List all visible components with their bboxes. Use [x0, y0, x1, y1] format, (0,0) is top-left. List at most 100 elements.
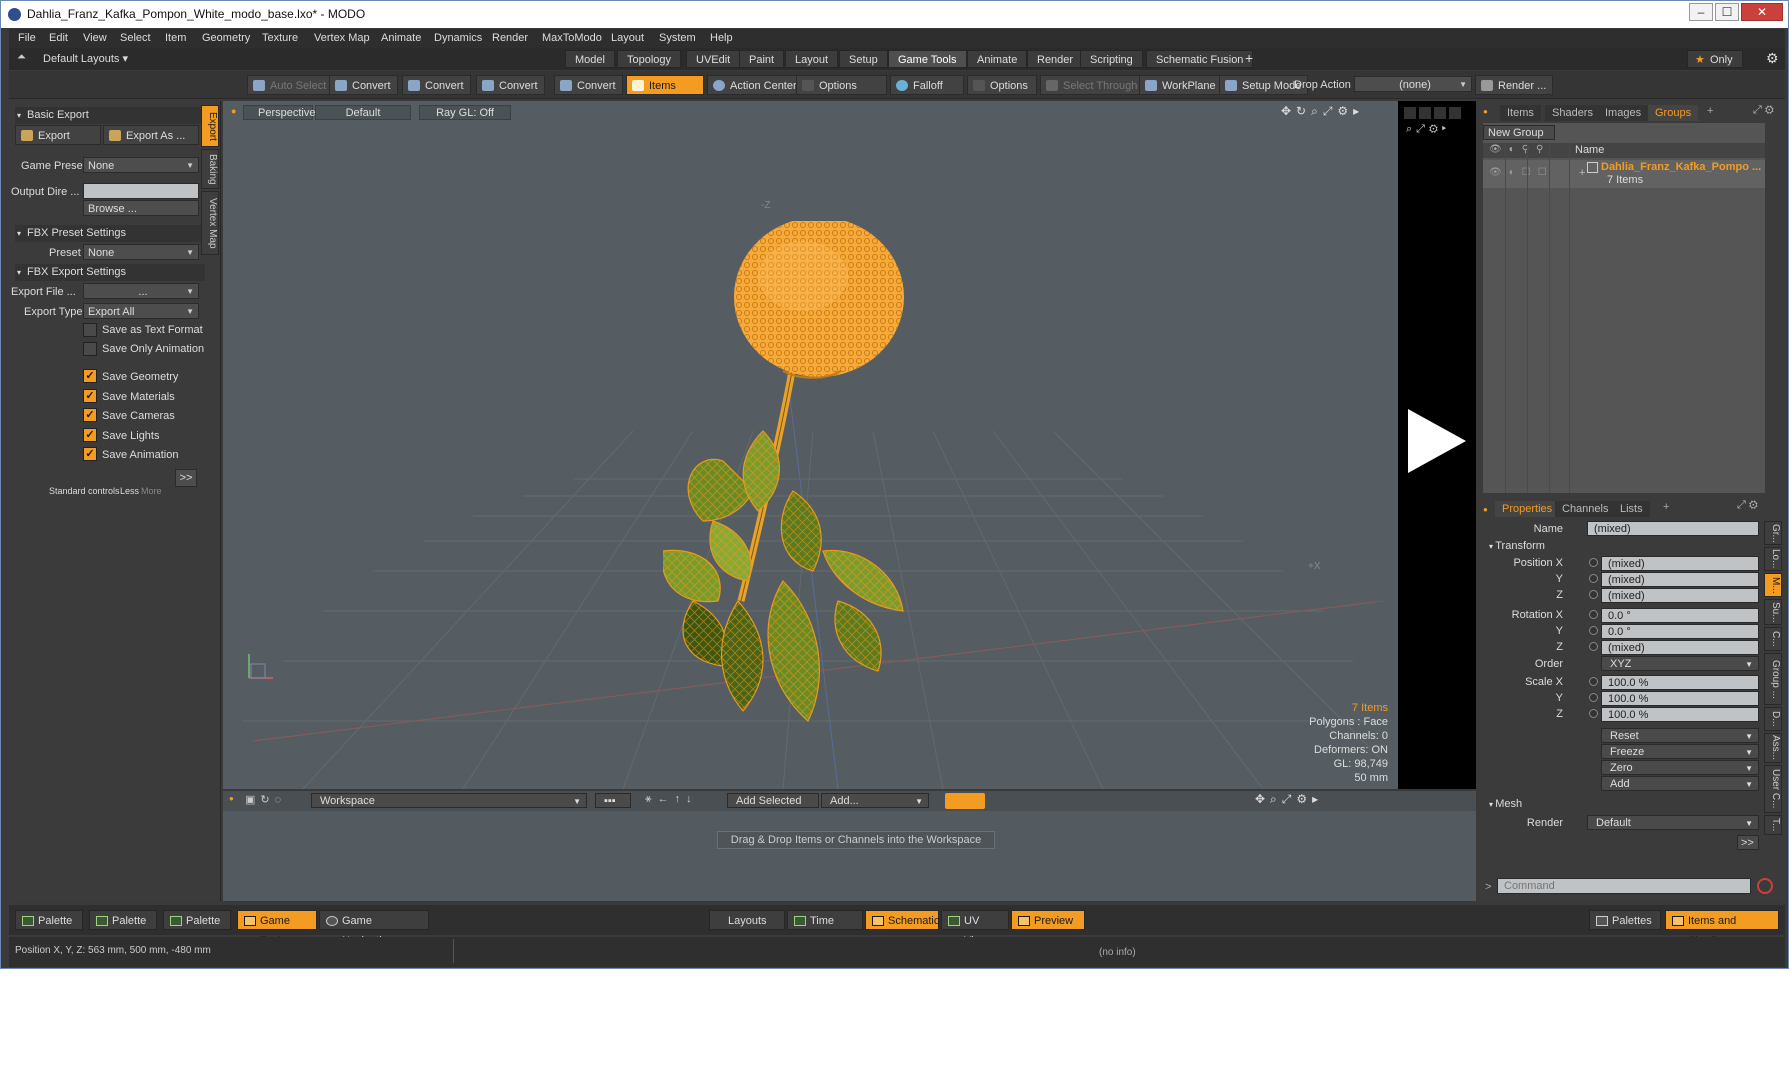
workspace-record-toggle[interactable] — [945, 793, 985, 809]
add-tab-icon[interactable]: + — [1245, 50, 1253, 66]
layouts-button[interactable]: Layouts — [709, 910, 785, 930]
scale-x-key-icon[interactable] — [1589, 677, 1598, 686]
add-tab-icon[interactable]: + — [1663, 501, 1669, 513]
position-z-key-icon[interactable] — [1589, 590, 1598, 599]
workspace-nav-icons[interactable]: ✥⌕⤢⚙▸ — [1255, 792, 1323, 807]
side-tab-4[interactable]: Su... — [1764, 599, 1782, 625]
position-x-field[interactable]: (mixed) — [1601, 556, 1759, 571]
vtab-vertex-map[interactable]: Vertex Map — [201, 191, 219, 255]
order-dropdown[interactable]: XYZ ▼ — [1601, 656, 1759, 671]
scale-y-field[interactable]: 100.0 % — [1601, 691, 1759, 706]
tab-topology[interactable]: Topology — [617, 50, 682, 68]
raygl-toggle[interactable]: Ray GL: Off — [419, 105, 511, 120]
transform-header[interactable]: ▾ Transform — [1489, 540, 1545, 552]
tab-properties[interactable]: Properties — [1495, 501, 1560, 517]
rotation-x-key-icon[interactable] — [1589, 610, 1598, 619]
time-button[interactable]: Time — [787, 910, 863, 930]
menu-edit[interactable]: Edit — [49, 32, 68, 44]
add-selected-button[interactable]: Add Selected — [727, 793, 819, 808]
tab-animate[interactable]: Animate — [967, 50, 1028, 68]
3d-viewport[interactable]: ● Perspective Default Ray GL: Off ✥↻⌕⤢⚙▸… — [223, 101, 1398, 789]
dahlia-model[interactable] — [663, 221, 1003, 741]
menu-file[interactable]: File — [18, 32, 36, 44]
items-and-shading-button[interactable]: Items and Shading — [1665, 910, 1779, 947]
menu-animate[interactable]: Animate — [381, 32, 421, 44]
tab-paint[interactable]: Paint — [739, 50, 785, 68]
game-tools-button[interactable]: Game Tools — [237, 910, 317, 947]
export-file-dropdown[interactable]: ... ▼ — [83, 283, 199, 299]
close-button[interactable]: ✕ — [1741, 3, 1783, 21]
workspace-dropdown[interactable]: Workspace ▼ — [311, 793, 587, 808]
workspace-arrange-icons[interactable]: ⚹←↑↓ — [645, 793, 698, 806]
groups-panel-menu-icon[interactable]: ● — [1483, 107, 1488, 116]
tab-render[interactable]: Render — [1027, 50, 1084, 68]
schematic-button[interactable]: Schematic — [865, 910, 939, 930]
side-tab-3[interactable]: M... — [1764, 573, 1782, 597]
workspace-tool-icons[interactable]: ▣↻◌ — [245, 793, 286, 806]
workplane-button[interactable]: WorkPlane — [1139, 75, 1223, 95]
mesh-header[interactable]: ▾ Mesh — [1489, 798, 1522, 810]
position-y-key-icon[interactable] — [1589, 574, 1598, 583]
menu-system[interactable]: System — [659, 32, 696, 44]
palette-button-2[interactable]: Palette — [89, 910, 157, 930]
convert-button-1[interactable]: Convert — [329, 75, 398, 95]
save-only-animation-checkbox[interactable] — [83, 342, 97, 356]
tab-images[interactable]: Images — [1598, 105, 1649, 121]
tab-shaders[interactable]: Shaders — [1545, 105, 1600, 121]
command-input[interactable] — [1497, 878, 1751, 894]
group-row[interactable]: 👁◐☐☐ + Dahlia_Franz_Kafka_Pompo ... 7 It… — [1483, 160, 1765, 188]
schematic-workspace[interactable]: ● ▣↻◌ Workspace ▼ ▪▪▪ ⚹←↑↓ Add Selected A… — [223, 791, 1476, 901]
scale-x-field[interactable]: 100.0 % — [1601, 675, 1759, 690]
menu-item[interactable]: Item — [165, 32, 186, 44]
zero-button[interactable]: Zero ▼ — [1601, 760, 1759, 775]
scale-z-key-icon[interactable] — [1589, 709, 1598, 718]
game-preset-dropdown[interactable]: None ▼ — [83, 157, 199, 173]
side-tab-6[interactable]: Group ... — [1764, 653, 1782, 705]
auto-select-button[interactable]: Auto Select — [247, 75, 334, 95]
falloff-button[interactable]: Falloff — [890, 75, 964, 95]
output-dir-input[interactable] — [83, 183, 199, 199]
preview-pane[interactable]: ⌕⤢⚙▸ — [1398, 101, 1476, 789]
preview-tools-icons[interactable]: ⌕⤢⚙▸ — [1406, 123, 1450, 136]
rotation-z-field[interactable]: (mixed) — [1601, 640, 1759, 655]
name-column-header[interactable]: Name — [1575, 144, 1604, 156]
tab-uvedit[interactable]: UVEdit — [686, 50, 741, 68]
side-tab-2[interactable]: Lo... — [1764, 547, 1782, 571]
preview-button[interactable]: Preview — [1011, 910, 1085, 930]
tab-scripting[interactable]: Scripting — [1080, 50, 1143, 68]
side-tab-1[interactable]: Gr... — [1764, 521, 1782, 545]
tab-setup[interactable]: Setup — [839, 50, 888, 68]
new-group-button[interactable]: New Group — [1483, 125, 1555, 140]
falloff-options-button[interactable]: Options — [967, 75, 1037, 95]
tab-model[interactable]: Model — [565, 50, 615, 68]
maximize-button[interactable]: ☐ — [1715, 3, 1739, 21]
add-button[interactable]: Add ▼ — [1601, 776, 1759, 791]
basic-export-header[interactable]: ▾ Basic Export — [15, 107, 205, 124]
menu-geometry[interactable]: Geometry — [202, 32, 250, 44]
export-as-button[interactable]: Export As ... — [103, 125, 199, 145]
drop-action-dropdown[interactable]: (none) ▼ — [1354, 76, 1472, 92]
menu-dynamics[interactable]: Dynamics — [434, 32, 482, 44]
workspace-grid-icon[interactable]: ▪▪▪ — [595, 793, 631, 808]
view-type-perspective[interactable]: Perspective — [243, 105, 315, 120]
preset-dropdown[interactable]: None ▼ — [83, 244, 199, 260]
position-y-field[interactable]: (mixed) — [1601, 572, 1759, 587]
save-geometry-checkbox[interactable]: ✓ — [83, 369, 97, 383]
name-field[interactable]: (mixed) — [1587, 521, 1759, 536]
action-options-button[interactable]: Options — [796, 75, 887, 95]
fbx-preset-header[interactable]: ▾ FBX Preset Settings — [15, 225, 205, 242]
expand-icon[interactable]: + — [1579, 167, 1585, 179]
fbx-export-header[interactable]: ▾ FBX Export Settings — [15, 264, 205, 281]
more-properties-button[interactable]: >> — [1737, 835, 1759, 850]
default-layouts-dropdown[interactable]: Default Layouts ▾ — [43, 52, 128, 65]
add-tab-icon[interactable]: + — [1707, 105, 1713, 117]
freeze-button[interactable]: Freeze ▼ — [1601, 744, 1759, 759]
menu-view[interactable]: View — [83, 32, 107, 44]
vtab-baking[interactable]: Baking — [201, 149, 219, 189]
export-button[interactable]: Export — [15, 125, 101, 145]
rotation-z-key-icon[interactable] — [1589, 642, 1598, 651]
properties-panel-menu-icon[interactable]: ● — [1483, 505, 1488, 514]
convert-button-3[interactable]: Convert — [476, 75, 545, 95]
render-button[interactable]: Render ... — [1475, 75, 1554, 95]
more-options-button[interactable]: >> — [175, 469, 197, 487]
